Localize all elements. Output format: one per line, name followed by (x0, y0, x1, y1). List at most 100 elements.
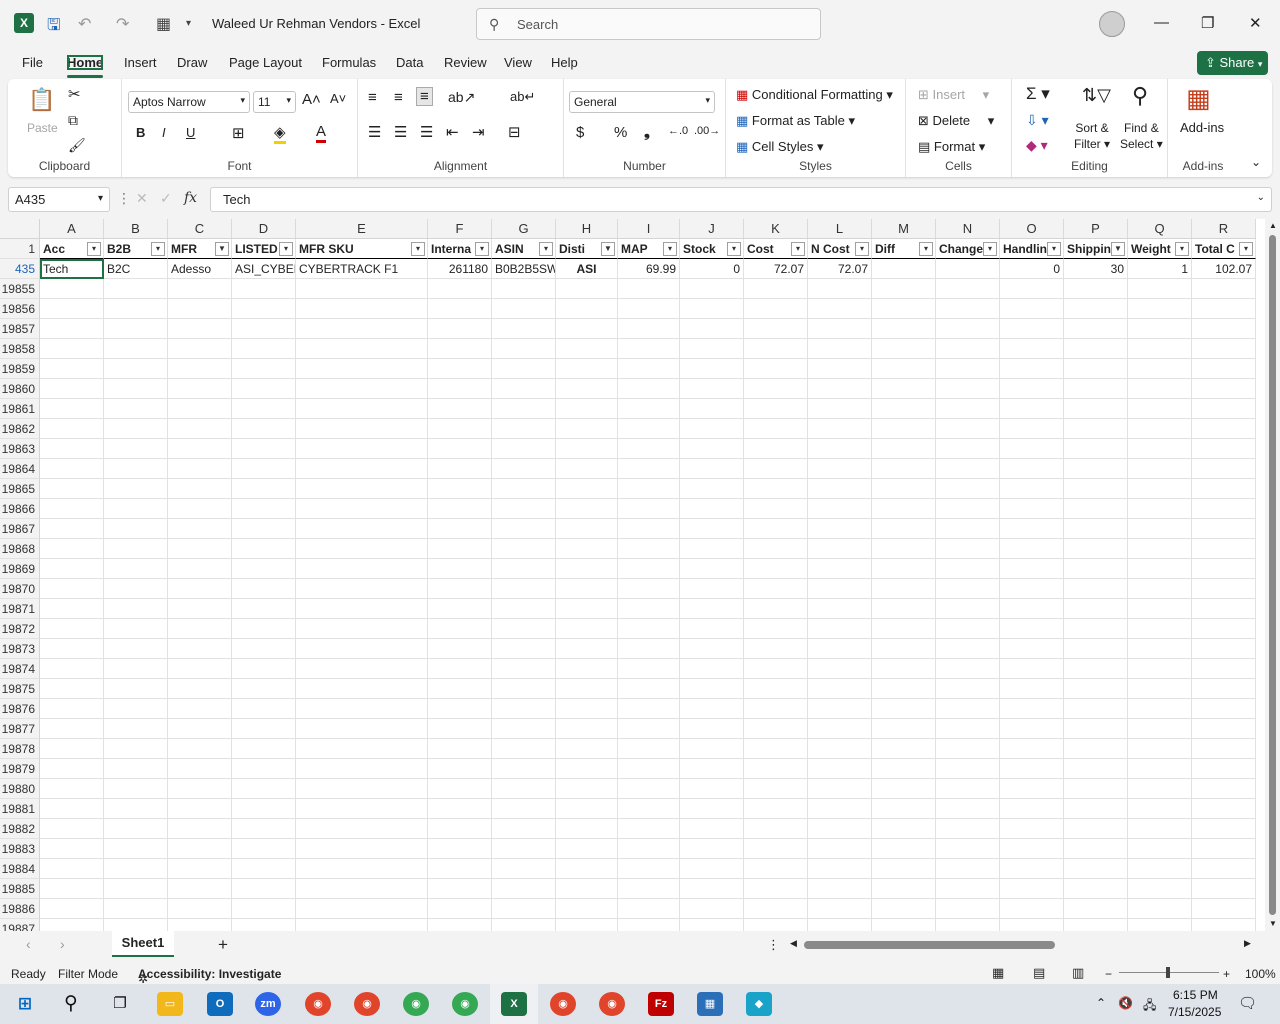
cell[interactable] (808, 619, 872, 639)
orientation-icon[interactable]: ab↗ (448, 89, 475, 106)
normal-view-icon[interactable]: ▦ (992, 965, 1004, 981)
cell[interactable] (428, 499, 492, 519)
close-button[interactable]: ✕ (1249, 14, 1262, 32)
app-icon[interactable]: ◆ (746, 992, 772, 1016)
cell[interactable] (296, 479, 428, 499)
cell[interactable] (104, 619, 168, 639)
cell[interactable] (680, 699, 744, 719)
tab-sheet1[interactable]: Sheet1 (112, 931, 174, 957)
cell[interactable] (40, 279, 104, 299)
cell[interactable] (232, 339, 296, 359)
task-view-icon[interactable]: ❐ (107, 992, 133, 1016)
cell[interactable] (872, 599, 936, 619)
font-name-combo[interactable]: Aptos Narrow ▾ (128, 91, 250, 113)
cell[interactable] (104, 439, 168, 459)
cell[interactable] (492, 799, 556, 819)
row-header[interactable]: 19872 (0, 619, 40, 639)
cell[interactable] (296, 739, 428, 759)
cell[interactable] (936, 439, 1000, 459)
cell[interactable] (1128, 859, 1192, 879)
cell[interactable] (296, 279, 428, 299)
tray-expand-icon[interactable]: ⌃ (1096, 996, 1106, 1010)
comma-button[interactable]: ❟ (644, 124, 650, 141)
filter-dropdown-icon[interactable]: ▾ (855, 242, 869, 256)
data-cell[interactable] (936, 259, 1000, 279)
cell[interactable] (936, 479, 1000, 499)
cell[interactable] (1064, 759, 1128, 779)
cell[interactable] (428, 839, 492, 859)
conditional-formatting-button[interactable]: ▦ Conditional Formatting ▾ (736, 87, 893, 103)
cell[interactable] (618, 679, 680, 699)
cell[interactable] (492, 739, 556, 759)
chrome-icon[interactable]: ◉ (354, 992, 380, 1016)
cell[interactable] (232, 379, 296, 399)
worksheet-grid[interactable]: A B C D E F G H I J K L M N O P Q R 1 435 19855 19856 19857 198… (0, 219, 1265, 931)
cell[interactable] (872, 639, 936, 659)
row-header[interactable]: 19856 (0, 299, 40, 319)
cell[interactable] (936, 699, 1000, 719)
zoom-level[interactable]: 100% (1245, 967, 1276, 981)
cell[interactable] (556, 419, 618, 439)
cell[interactable] (1192, 599, 1256, 619)
cell[interactable] (808, 379, 872, 399)
percent-button[interactable]: % (614, 124, 627, 141)
cell[interactable] (1128, 719, 1192, 739)
cell[interactable] (104, 499, 168, 519)
filter-dropdown-icon[interactable]: ▾ (919, 242, 933, 256)
cell[interactable] (1064, 419, 1128, 439)
cell[interactable] (168, 539, 232, 559)
cell[interactable] (936, 539, 1000, 559)
cell[interactable] (808, 339, 872, 359)
column-header[interactable]: C (168, 219, 232, 239)
filter-dropdown-icon[interactable]: ▾ (151, 242, 165, 256)
cell[interactable] (104, 679, 168, 699)
increase-indent-icon[interactable]: ⇥ (472, 123, 485, 141)
cell[interactable] (296, 659, 428, 679)
cell[interactable] (232, 679, 296, 699)
cell[interactable] (168, 599, 232, 619)
zoom-out-icon[interactable]: − (1105, 967, 1112, 981)
cell[interactable] (872, 699, 936, 719)
cell[interactable] (1128, 619, 1192, 639)
cell[interactable] (104, 559, 168, 579)
cell[interactable] (428, 619, 492, 639)
outlook-icon[interactable]: O (207, 992, 233, 1016)
cell[interactable] (680, 619, 744, 639)
cell[interactable] (168, 339, 232, 359)
cell[interactable] (744, 639, 808, 659)
cell[interactable] (936, 779, 1000, 799)
cell[interactable] (936, 659, 1000, 679)
cell[interactable] (872, 879, 936, 899)
cell[interactable] (936, 899, 1000, 919)
filter-dropdown-icon[interactable]: ▾ (663, 242, 677, 256)
filter-dropdown-icon[interactable]: ▾ (475, 242, 489, 256)
row-header[interactable]: 19863 (0, 439, 40, 459)
cell[interactable] (556, 819, 618, 839)
cell[interactable] (1064, 799, 1128, 819)
cell[interactable] (1000, 759, 1064, 779)
column-header[interactable]: N (936, 219, 1000, 239)
filter-dropdown-icon[interactable]: ▼ (215, 242, 229, 256)
cell[interactable] (872, 779, 936, 799)
cell[interactable] (40, 299, 104, 319)
cell[interactable] (872, 739, 936, 759)
cell[interactable] (1064, 779, 1128, 799)
cell[interactable] (104, 579, 168, 599)
vertical-scrollbar[interactable]: ▲ ▼ (1265, 219, 1280, 931)
cell[interactable] (40, 379, 104, 399)
cell[interactable] (1064, 879, 1128, 899)
cell[interactable] (618, 379, 680, 399)
cell[interactable] (40, 659, 104, 679)
addins-icon[interactable]: ▦ (1186, 83, 1211, 114)
cell[interactable] (556, 559, 618, 579)
cell[interactable] (556, 759, 618, 779)
row-header[interactable]: 19857 (0, 319, 40, 339)
decrease-decimal-icon[interactable]: .00→ (694, 125, 720, 137)
cell[interactable] (168, 619, 232, 639)
cell[interactable] (296, 799, 428, 819)
cell[interactable] (428, 439, 492, 459)
cell[interactable] (808, 679, 872, 699)
cell[interactable] (168, 379, 232, 399)
cell[interactable] (168, 299, 232, 319)
cell[interactable] (808, 519, 872, 539)
